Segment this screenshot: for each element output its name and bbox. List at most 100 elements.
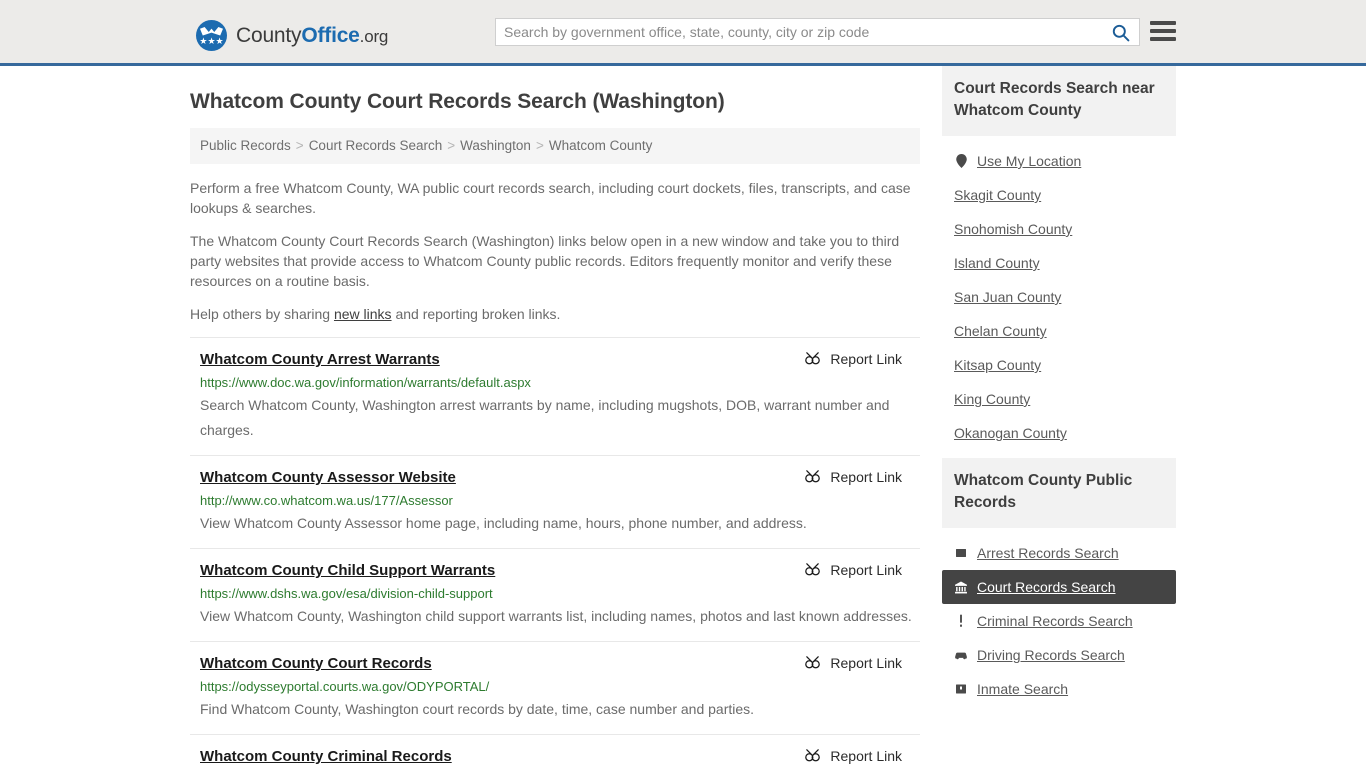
sidebar-link[interactable]: Use My Location [977,153,1081,169]
sidebar-link[interactable]: Okanogan County [954,425,1067,441]
sidebar-item-kitsap-county[interactable]: Kitsap County [942,348,1176,382]
hamburger-menu-icon-bar2 [1150,29,1176,33]
sidebar-link[interactable]: King County [954,391,1030,407]
search-input[interactable] [496,19,1101,45]
logo-text-org: .org [359,26,389,46]
nearby-panel: Court Records Search near Whatcom County… [942,66,1176,450]
broken-link-icon [805,563,821,576]
sidebar-link[interactable]: San Juan County [954,289,1061,305]
sidebar-link[interactable]: Chelan County [954,323,1047,339]
report-link-button[interactable]: Report Link [804,654,902,671]
nearby-panel-heading: Court Records Search near Whatcom County [942,66,1176,136]
result-item: Whatcom County Arrest Warrants Report Li… [190,337,920,455]
report-link-label: Report Link [830,654,902,671]
intro-text: Perform a free Whatcom County, WA public… [190,178,920,324]
map-pin-icon [954,154,968,168]
search-icon [1112,24,1129,41]
report-link-button[interactable]: Report Link [804,561,902,578]
sidebar-link[interactable]: Snohomish County [954,221,1072,237]
report-link-button[interactable]: Report Link [804,468,902,485]
intro-paragraph-3: Help others by sharing new links and rep… [190,304,920,324]
sidebar-item-driving-records-search[interactable]: Driving Records Search [942,638,1176,672]
nearby-county-list: Use My Location Skagit County Snohomish … [942,136,1176,450]
broken-link-icon [805,749,821,762]
breadcrumb-item-public-records[interactable]: Public Records [200,138,291,153]
result-title-link[interactable]: Whatcom County Child Support Warrants [200,561,495,580]
sidebar-item-snohomish-county[interactable]: Snohomish County [942,212,1176,246]
sidebar-link[interactable]: Criminal Records Search [977,613,1133,629]
result-url-link[interactable]: https://www.dshs.wa.gov/esa/division-chi… [200,586,920,602]
sidebar-link[interactable]: Island County [954,255,1040,271]
result-description: View Whatcom County Assessor home page, … [200,515,807,531]
result-url-link[interactable]: https://odysseyportal.courts.wa.gov/ODYP… [200,679,920,695]
site-header: ★★★ CountyOffice.org [0,0,1366,66]
broken-link-icon [805,656,821,669]
result-title-link[interactable]: Whatcom County Criminal Records [200,747,452,766]
breadcrumb-item-washington[interactable]: Washington [460,138,531,153]
sidebar-link[interactable]: Inmate Search [977,681,1068,697]
site-logo[interactable]: ★★★ CountyOffice.org [196,20,388,51]
new-links-link[interactable]: new links [334,306,392,322]
result-title-link[interactable]: Whatcom County Arrest Warrants [200,350,440,369]
breadcrumb-item-court-records-search[interactable]: Court Records Search [309,138,443,153]
result-title-link[interactable]: Whatcom County Court Records [200,654,432,673]
intro-p3-before: Help others by sharing [190,306,334,322]
sidebar-item-court-records-search[interactable]: Court Records Search [942,570,1176,604]
courthouse-icon [954,580,968,594]
search-bar [495,18,1140,46]
hamburger-menu-icon [1150,21,1176,25]
main-column: Whatcom County Court Records Search (Was… [190,66,920,768]
sidebar-link[interactable]: Skagit County [954,187,1041,203]
sidebar-link[interactable]: Driving Records Search [977,647,1125,663]
report-link-button[interactable]: Report Link [804,747,902,764]
hamburger-menu-icon-bar3 [1150,37,1176,41]
breadcrumb-item-whatcom-county[interactable]: Whatcom County [549,138,653,153]
fingerprint-icon [954,546,968,560]
report-link-label: Report Link [830,747,902,764]
sidebar-item-criminal-records-search[interactable]: Criminal Records Search [942,604,1176,638]
sidebar-item-inmate-search[interactable]: Inmate Search [942,672,1176,706]
sidebar-link[interactable]: Court Records Search [977,579,1116,595]
page-body: Whatcom County Court Records Search (Was… [0,66,1366,768]
report-link-label: Report Link [830,468,902,485]
sidebar-item-skagit-county[interactable]: Skagit County [942,178,1176,212]
result-description: Search Whatcom County, Washington arrest… [200,397,890,438]
intro-paragraph-1: Perform a free Whatcom County, WA public… [190,180,911,216]
sidebar-item-okanogan-county[interactable]: Okanogan County [942,416,1176,450]
broken-link-icon [805,470,821,483]
result-item: Whatcom County Court Records Report Link… [190,641,920,734]
sidebar-link[interactable]: Arrest Records Search [977,545,1119,561]
logo-stars: ★★★ [199,36,224,46]
result-item: Whatcom County Assessor Website Report L… [190,455,920,548]
intro-paragraph-2: The Whatcom County Court Records Search … [190,233,900,289]
breadcrumb-separator: > [447,138,456,153]
sidebar-item-use-my-location[interactable]: Use My Location [942,144,1176,178]
report-link-label: Report Link [830,350,902,367]
logo-text-office: Office [301,23,360,47]
sidebar-link[interactable]: Kitsap County [954,357,1041,373]
result-url-link[interactable]: http://www.co.whatcom.wa.us/177/Assessor [200,493,920,509]
result-title-link[interactable]: Whatcom County Assessor Website [200,468,456,487]
result-description: Find Whatcom County, Washington court re… [200,701,755,717]
sidebar-item-san-juan-county[interactable]: San Juan County [942,280,1176,314]
report-link-label: Report Link [830,561,902,578]
jail-icon [954,682,968,696]
intro-p3-after: and reporting broken links. [391,306,561,322]
search-button[interactable] [1101,19,1139,45]
exclamation-icon [954,614,968,628]
result-item: Whatcom County Child Support Warrants Re… [190,548,920,641]
eagle-shield-logo-icon: ★★★ [196,20,227,51]
hamburger-menu-button[interactable] [1150,18,1176,44]
sidebar-item-king-county[interactable]: King County [942,382,1176,416]
sidebar-item-chelan-county[interactable]: Chelan County [942,314,1176,348]
public-records-list: Arrest Records Search Court Records Sear… [942,528,1176,706]
broken-link-icon [805,352,821,365]
logo-text: CountyOffice.org [236,24,388,48]
report-link-button[interactable]: Report Link [804,350,902,367]
result-url-link[interactable]: https://www.doc.wa.gov/information/warra… [200,375,920,391]
sidebar-item-island-county[interactable]: Island County [942,246,1176,280]
sidebar: Court Records Search near Whatcom County… [942,66,1176,768]
result-item: Whatcom County Criminal Records Report L… [190,734,920,768]
sidebar-item-arrest-records-search[interactable]: Arrest Records Search [942,536,1176,570]
public-records-panel-heading: Whatcom County Public Records [942,458,1176,528]
